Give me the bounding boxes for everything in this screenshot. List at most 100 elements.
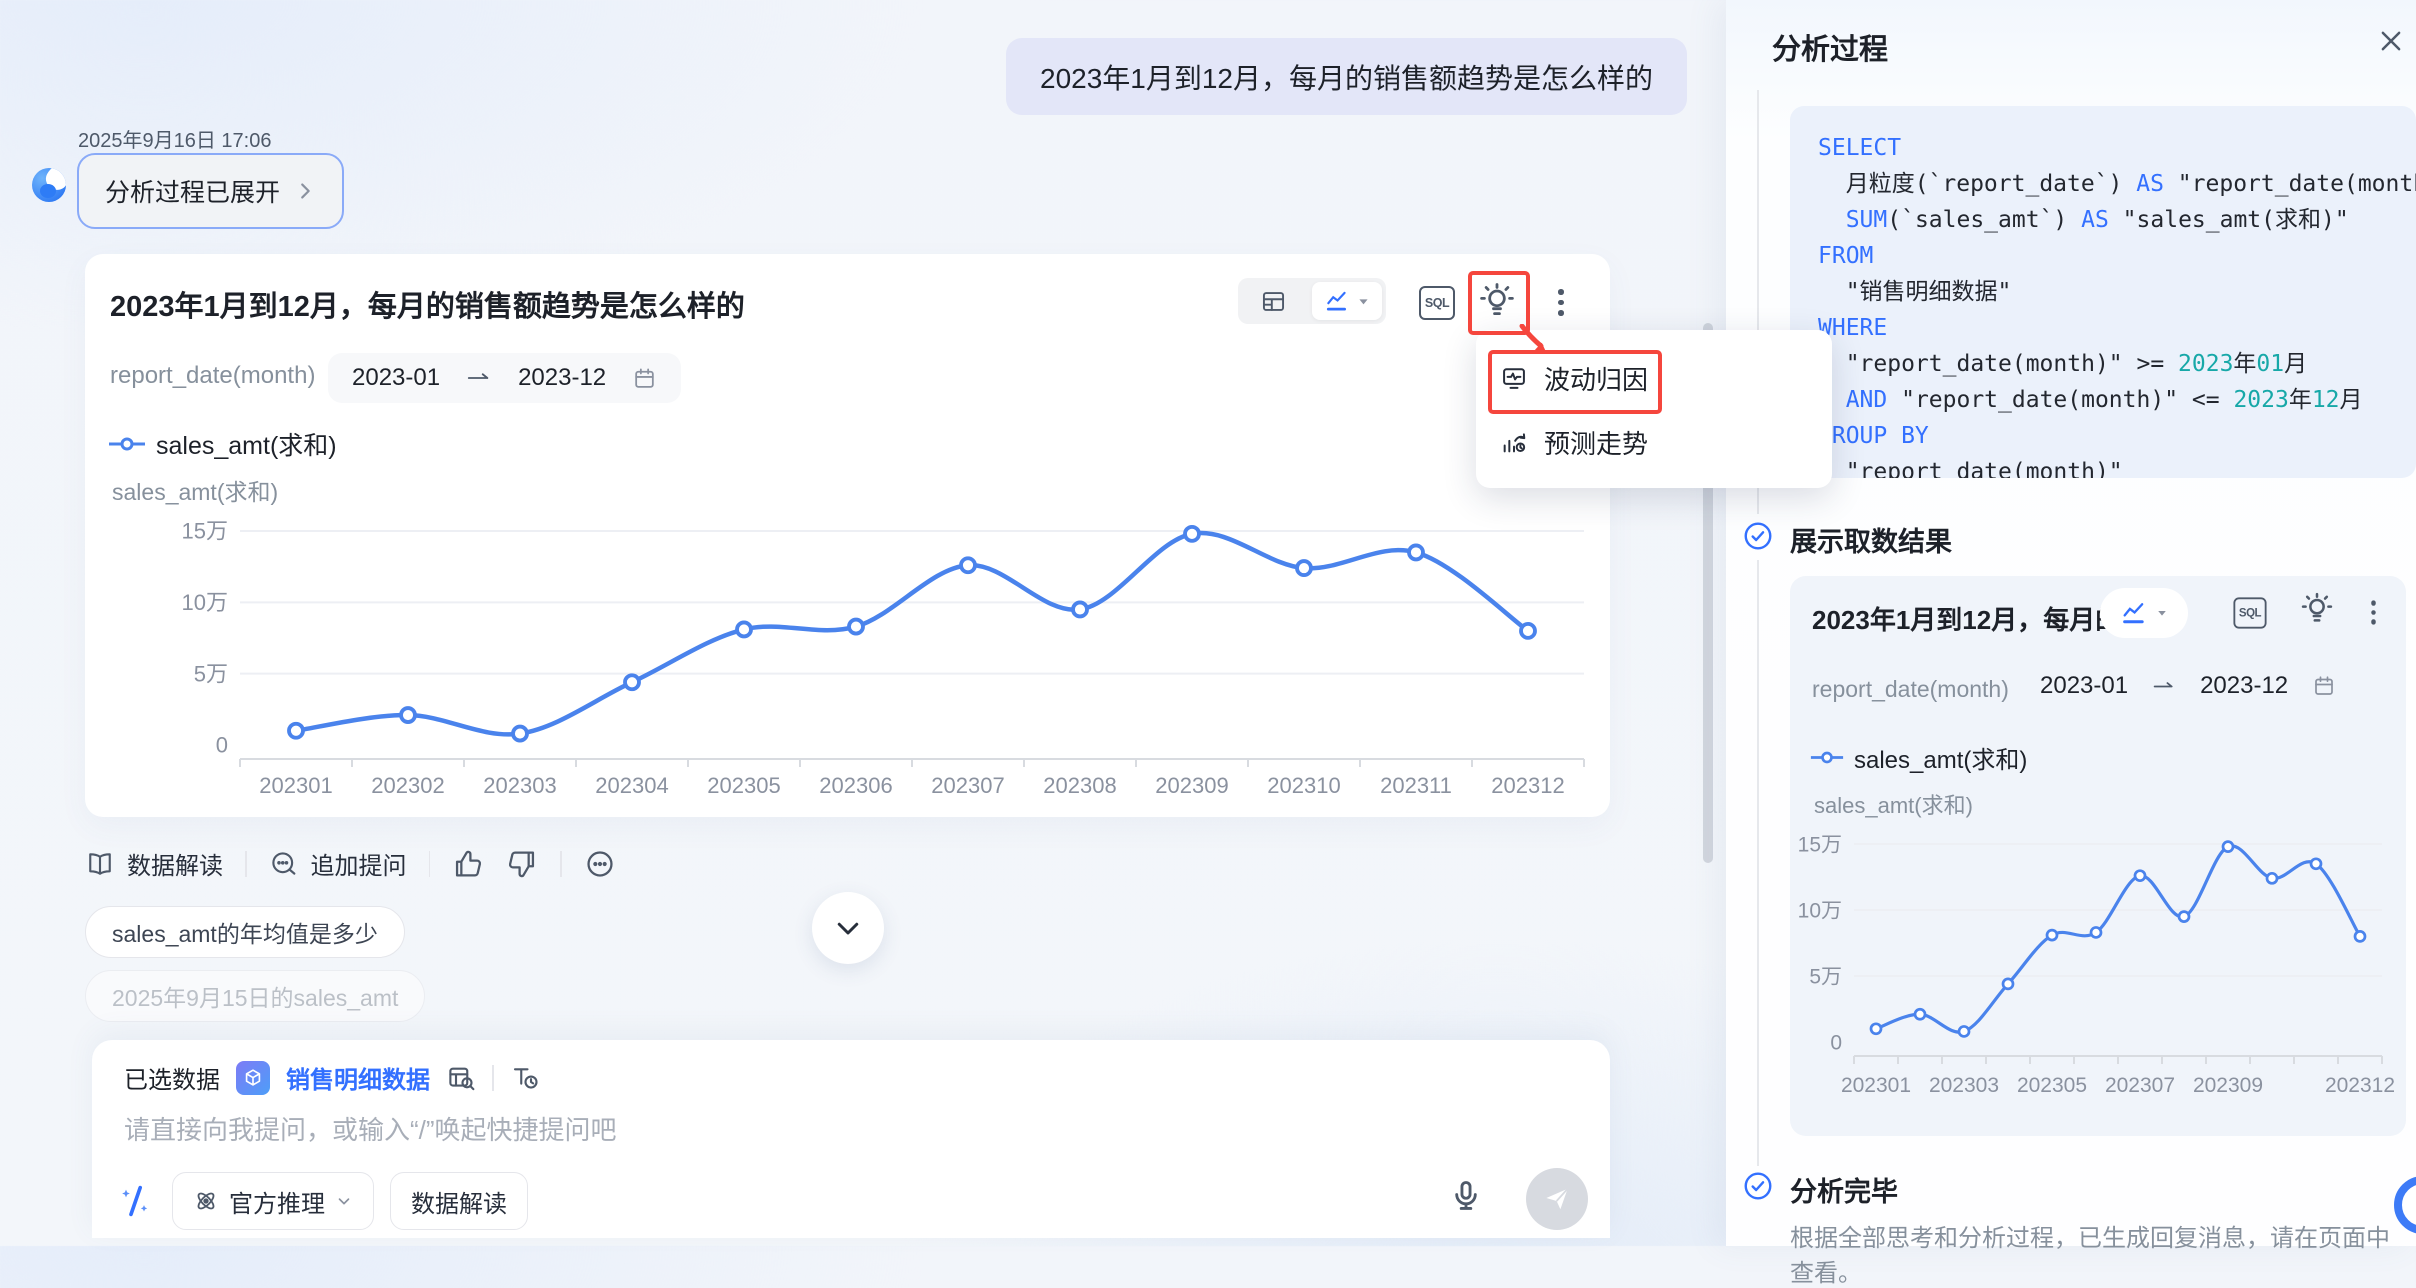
divider: [560, 851, 562, 877]
svg-text:202301: 202301: [259, 773, 332, 798]
range-arrow-icon: [466, 370, 492, 386]
table-icon: [1260, 288, 1287, 315]
svg-text:202302: 202302: [371, 773, 444, 798]
more-menu-button[interactable]: [1553, 284, 1569, 321]
date-range-picker[interactable]: 2023-01 2023-12: [328, 353, 681, 403]
analysis-panel: 分析过程 SELECT 月粒度(`report_date`) AS "repor…: [1726, 0, 2416, 1246]
selected-data-label: 已选数据: [124, 1060, 220, 1095]
date-start: 2023-01: [352, 364, 440, 392]
svg-text:5万: 5万: [1809, 965, 1842, 988]
insight-button[interactable]: [2298, 590, 2336, 633]
assistant-avatar: [32, 168, 66, 202]
date-end: 2023-12: [2200, 672, 2288, 700]
date-range-picker[interactable]: 2023-01 2023-12: [2040, 672, 2336, 700]
text-history-icon[interactable]: [510, 1063, 540, 1093]
annotation-arrow: [1516, 324, 1556, 360]
svg-text:202307: 202307: [2105, 1074, 2175, 1097]
interpret-mode-label: 数据解读: [411, 1184, 507, 1219]
thumbs-down-icon[interactable]: [506, 848, 538, 880]
mini-line-chart[interactable]: 05万10万15万2023012023032023052023072023092…: [1798, 814, 2398, 1114]
more-menu-button[interactable]: [2367, 596, 2381, 629]
collapse-button[interactable]: [812, 892, 884, 964]
y-axis-title: sales_amt(求和): [112, 473, 278, 507]
chart-view-button[interactable]: [1312, 282, 1382, 320]
magic-wand-icon[interactable]: [116, 1181, 156, 1221]
legend-item[interactable]: sales_amt(求和): [108, 426, 337, 462]
result-card: 2023年1月到12月，每月的... SQL report_date(month…: [1790, 576, 2406, 1136]
legend-marker: [1810, 751, 1844, 764]
suggestion-chip[interactable]: sales_amt的年均值是多少: [85, 906, 405, 958]
legend-marker: [108, 437, 146, 451]
svg-text:202312: 202312: [2325, 1074, 2395, 1097]
svg-text:202305: 202305: [2017, 1074, 2087, 1097]
filter-field-label: report_date(month): [110, 362, 315, 390]
follow-up-button[interactable]: 追加提问: [269, 846, 407, 881]
line-chart-icon: [1324, 288, 1350, 314]
sql-icon: SQL: [1425, 296, 1449, 310]
calendar-icon: [2312, 674, 2336, 698]
composer-input[interactable]: 请直接向我提问，或输入“/”唤起快捷提问吧: [124, 1110, 617, 1147]
sql-icon: SQL: [2239, 607, 2261, 620]
check-circle-icon: [1742, 520, 1774, 552]
svg-text:10万: 10万: [1798, 899, 1842, 922]
message-timestamp: 2025年9月16日 17:06: [78, 124, 271, 153]
microphone-icon[interactable]: [1448, 1178, 1484, 1214]
send-plane-icon: [1542, 1184, 1572, 1214]
svg-text:15万: 15万: [182, 519, 228, 544]
table-view-button[interactable]: [1238, 278, 1308, 324]
follow-up-label: 追加提问: [311, 846, 407, 881]
svg-text:202309: 202309: [2193, 1074, 2263, 1097]
analysis-toggle-button[interactable]: 分析过程已展开: [77, 153, 344, 229]
divider: [492, 1065, 494, 1091]
svg-text:202305: 202305: [707, 773, 780, 798]
svg-text:202303: 202303: [1929, 1074, 1999, 1097]
svg-text:0: 0: [216, 733, 228, 758]
sql-view-button[interactable]: SQL: [1419, 286, 1455, 320]
analysis-toggle-label: 分析过程已展开: [105, 173, 280, 209]
send-button[interactable]: [1526, 1168, 1588, 1230]
chevron-right-icon: [294, 180, 316, 202]
forecast-icon: [1500, 428, 1528, 456]
user-message-bubble: 2023年1月到12月，每月的销售额趋势是怎么样的: [1006, 38, 1687, 115]
more-feedback-icon[interactable]: [584, 848, 616, 880]
svg-text:202308: 202308: [1043, 773, 1116, 798]
reasoning-mode-label: 官方推理: [229, 1184, 325, 1219]
svg-text:10万: 10万: [182, 590, 228, 615]
legend-item[interactable]: sales_amt(求和): [1810, 740, 2027, 775]
interpret-mode-button[interactable]: 数据解读: [390, 1172, 528, 1230]
suggestion-chip[interactable]: 2025年9月15日的sales_amt: [85, 970, 425, 1022]
svg-text:202303: 202303: [483, 773, 556, 798]
svg-text:202311: 202311: [1380, 773, 1452, 798]
sql-view-button[interactable]: SQL: [2233, 597, 2266, 628]
svg-text:202306: 202306: [819, 773, 892, 798]
result-card-title: 2023年1月到12月，每月的...: [1812, 600, 2143, 637]
thumbs-up-icon[interactable]: [452, 848, 484, 880]
annotation-box-menu-item: [1488, 350, 1662, 414]
menu-item-label: 预测走势: [1544, 424, 1648, 461]
floating-assistant-button[interactable]: [2394, 1176, 2416, 1234]
range-arrow-icon: [2152, 679, 2176, 694]
legend-label: sales_amt(求和): [156, 426, 337, 462]
selected-data-row: 已选数据 销售明细数据: [124, 1060, 540, 1095]
suggestion-text: 2025年9月15日的sales_amt: [112, 979, 398, 1013]
svg-text:202310: 202310: [1267, 773, 1340, 798]
main-line-chart[interactable]: 05万10万15万2023012023022023032023042023052…: [100, 505, 1600, 805]
dataset-link[interactable]: 销售明细数据: [286, 1060, 430, 1095]
chart-type-button[interactable]: [2100, 588, 2188, 638]
divider: [429, 851, 431, 877]
filter-field-label: report_date(month): [1812, 676, 2009, 703]
close-icon[interactable]: [2376, 26, 2406, 56]
caret-down-icon: [1356, 294, 1371, 309]
caret-down-icon: [2155, 606, 2169, 620]
check-circle-icon: [1742, 1170, 1774, 1202]
chevron-down-icon: [833, 913, 863, 943]
interpret-data-button[interactable]: 数据解读: [85, 846, 223, 881]
interpret-data-label: 数据解读: [127, 846, 223, 881]
chevron-down-icon: [335, 1192, 353, 1210]
table-search-icon[interactable]: [446, 1063, 476, 1093]
svg-text:202309: 202309: [1155, 773, 1228, 798]
svg-text:202301: 202301: [1841, 1074, 1911, 1097]
svg-text:15万: 15万: [1798, 833, 1842, 856]
reasoning-mode-button[interactable]: 官方推理: [172, 1172, 374, 1230]
menu-item-forecast[interactable]: 预测走势: [1476, 416, 1832, 468]
